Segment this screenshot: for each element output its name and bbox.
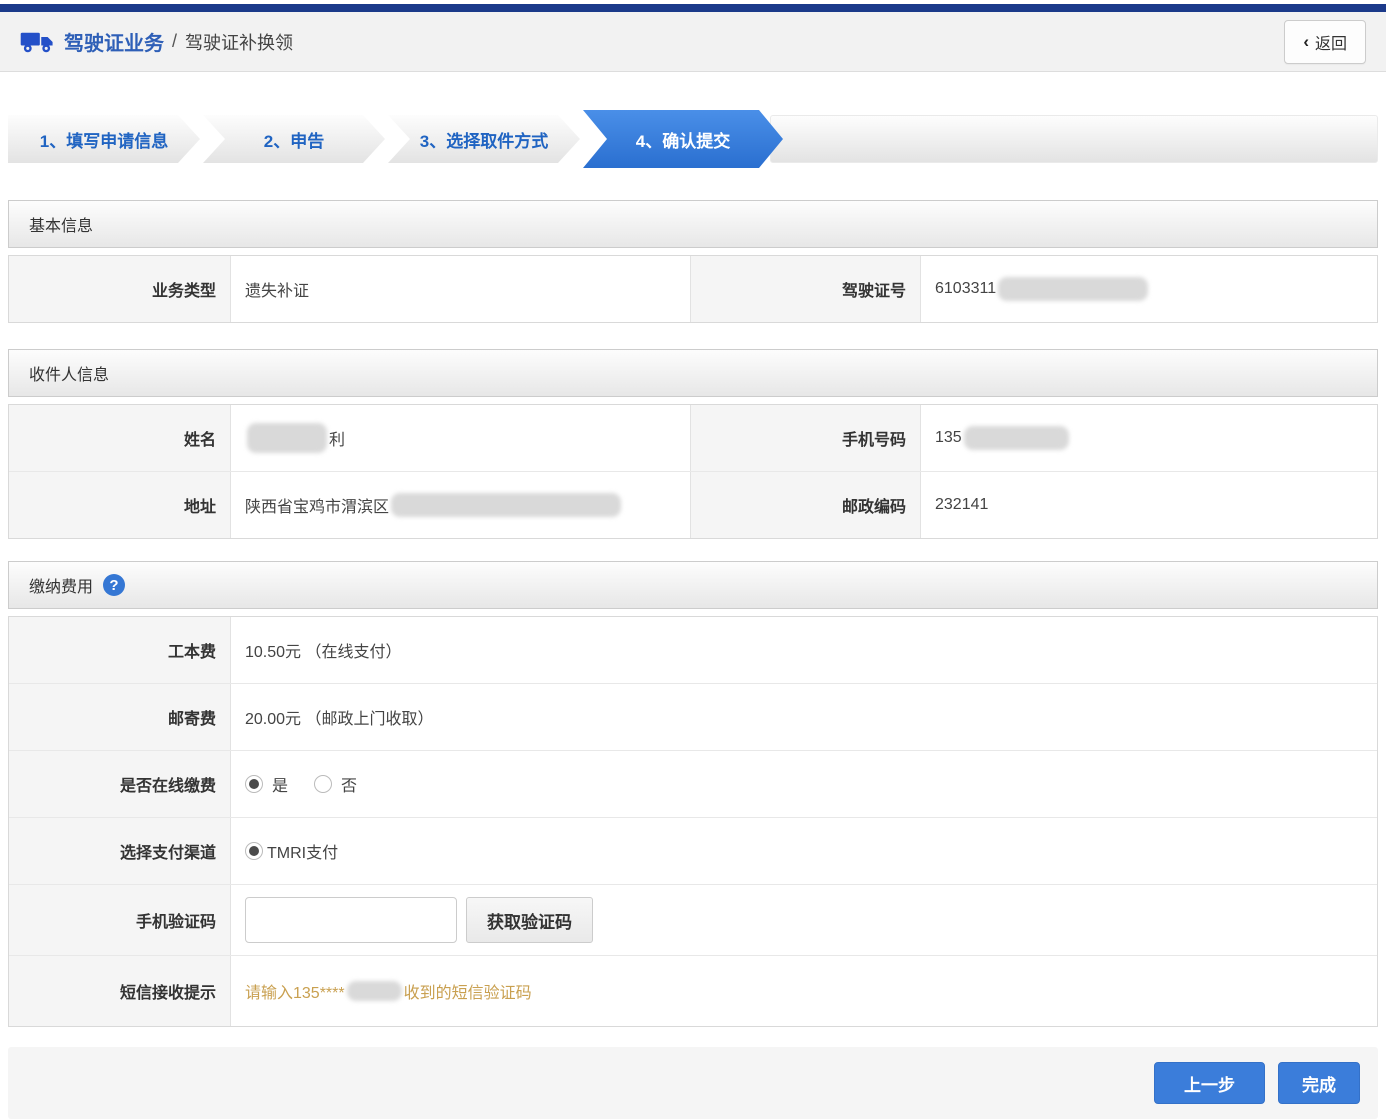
get-verification-code-button[interactable]: 获取验证码 [466, 897, 593, 943]
table-row: 短信接收提示 请输入135**** 收到的短信验证码 [9, 955, 1377, 1026]
table-row: 邮寄费 20.00元 （邮政上门收取） [9, 683, 1377, 750]
postal-code-label: 邮政编码 [691, 472, 921, 538]
phone-visible: 135 [935, 429, 962, 447]
license-number-redaction [998, 277, 1148, 301]
business-type-label: 业务类型 [9, 256, 231, 322]
radio-tmri-payment[interactable] [245, 842, 263, 860]
radio-yes-label: 是 [272, 772, 288, 796]
back-chevron-icon: ‹ [1303, 32, 1309, 52]
online-payment-label: 是否在线缴费 [9, 751, 231, 817]
online-payment-options: 是 否 [231, 751, 1377, 817]
address-value: 陕西省宝鸡市渭滨区 [231, 472, 691, 538]
payment-channel-options: TMRI支付 [231, 818, 1377, 884]
page: 驾驶证业务 / 驾驶证补换领 ‹ 返回 1、填写申请信息 2、申告 3、选择取件… [0, 4, 1386, 1119]
address-visible: 陕西省宝鸡市渭滨区 [245, 493, 389, 517]
sms-hint-redaction [347, 981, 402, 1001]
basic-info-table: 业务类型 遗失补证 驾驶证号 6103311 [8, 255, 1378, 323]
step-1-label: 1、填写申请信息 [40, 127, 168, 152]
license-number-label: 驾驶证号 [691, 256, 921, 322]
sms-hint-value: 请输入135**** 收到的短信验证码 [231, 956, 1377, 1026]
step-2-label: 2、申告 [264, 127, 324, 152]
production-fee-value: 10.50元 （在线支付） [231, 617, 1377, 683]
section-basic-info-header: 基本信息 [8, 200, 1378, 248]
address-redaction [391, 493, 621, 517]
business-type-value: 遗失补证 [231, 256, 691, 322]
radio-tmri-label: TMRI支付 [267, 839, 338, 863]
section-recipient-info-title: 收件人信息 [29, 361, 109, 385]
mailing-fee-value: 20.00元 （邮政上门收取） [231, 684, 1377, 750]
step-3-label: 3、选择取件方式 [420, 127, 548, 152]
page-title-primary: 驾驶证业务 [64, 27, 164, 56]
verification-code-row: 获取验证码 [231, 885, 1377, 955]
title-separator: / [172, 31, 177, 52]
name-redaction [247, 423, 327, 453]
radio-no-label: 否 [341, 772, 357, 796]
table-row: 业务类型 遗失补证 驾驶证号 6103311 [9, 256, 1377, 322]
section-fees-title: 缴纳费用 [29, 573, 93, 597]
mailing-fee-label: 邮寄费 [9, 684, 231, 750]
recipient-info-table: 姓名 利 手机号码 135 地址 陕西省宝鸡市渭滨区 邮政编码 232141 [8, 404, 1378, 539]
verification-code-input[interactable] [245, 897, 457, 943]
step-indicator: 1、填写申请信息 2、申告 3、选择取件方式 4、确认提交 [8, 110, 1378, 168]
table-row: 地址 陕西省宝鸡市渭滨区 邮政编码 232141 [9, 471, 1377, 538]
license-number-value: 6103311 [921, 256, 1377, 322]
top-accent-bar [0, 4, 1386, 12]
truck-icon [20, 29, 54, 55]
sms-hint-text-prefix: 请输入135**** [245, 979, 345, 1003]
back-button-label: 返回 [1315, 30, 1347, 54]
section-recipient-info-header: 收件人信息 [8, 349, 1378, 397]
section-fees-header: 缴纳费用 ? [8, 561, 1378, 609]
radio-online-payment-yes[interactable] [245, 775, 263, 793]
license-number-visible: 6103311 [935, 280, 996, 298]
sms-hint-text-suffix: 收到的短信验证码 [404, 979, 532, 1003]
table-row: 选择支付渠道 TMRI支付 [9, 817, 1377, 884]
page-title-secondary: 驾驶证补换领 [185, 29, 293, 55]
section-basic-info-title: 基本信息 [29, 212, 93, 236]
phone-label: 手机号码 [691, 405, 921, 471]
finish-button[interactable]: 完成 [1278, 1062, 1360, 1104]
payment-channel-label: 选择支付渠道 [9, 818, 231, 884]
sms-hint-label: 短信接收提示 [9, 956, 231, 1026]
table-row: 是否在线缴费 是 否 [9, 750, 1377, 817]
phone-value: 135 [921, 405, 1377, 471]
verification-code-label: 手机验证码 [9, 885, 231, 955]
step-3-pickup-method[interactable]: 3、选择取件方式 [388, 115, 580, 163]
address-label: 地址 [9, 472, 231, 538]
step-4-label: 4、确认提交 [636, 127, 730, 152]
table-row: 工本费 10.50元 （在线支付） [9, 617, 1377, 683]
name-label: 姓名 [9, 405, 231, 471]
fees-table: 工本费 10.50元 （在线支付） 邮寄费 20.00元 （邮政上门收取） 是否… [8, 616, 1378, 1027]
name-visible: 利 [329, 426, 345, 450]
step-2-declaration[interactable]: 2、申告 [203, 115, 385, 163]
table-row: 姓名 利 手机号码 135 [9, 405, 1377, 471]
name-value: 利 [231, 405, 691, 471]
postal-code-value: 232141 [921, 472, 1377, 538]
table-row: 手机验证码 获取验证码 [9, 884, 1377, 955]
radio-online-payment-no[interactable] [314, 775, 332, 793]
phone-redaction [964, 426, 1069, 450]
footer-action-bar: 上一步 完成 [8, 1047, 1378, 1119]
production-fee-label: 工本费 [9, 617, 231, 683]
question-mark-icon[interactable]: ? [103, 574, 125, 596]
page-header: 驾驶证业务 / 驾驶证补换领 ‹ 返回 [0, 12, 1386, 72]
step-4-confirm-submit[interactable]: 4、确认提交 [583, 110, 783, 168]
previous-step-button[interactable]: 上一步 [1154, 1062, 1265, 1104]
steps-tail-bar [770, 115, 1378, 163]
step-1-fill-application[interactable]: 1、填写申请信息 [8, 115, 200, 163]
back-button[interactable]: ‹ 返回 [1284, 20, 1366, 64]
